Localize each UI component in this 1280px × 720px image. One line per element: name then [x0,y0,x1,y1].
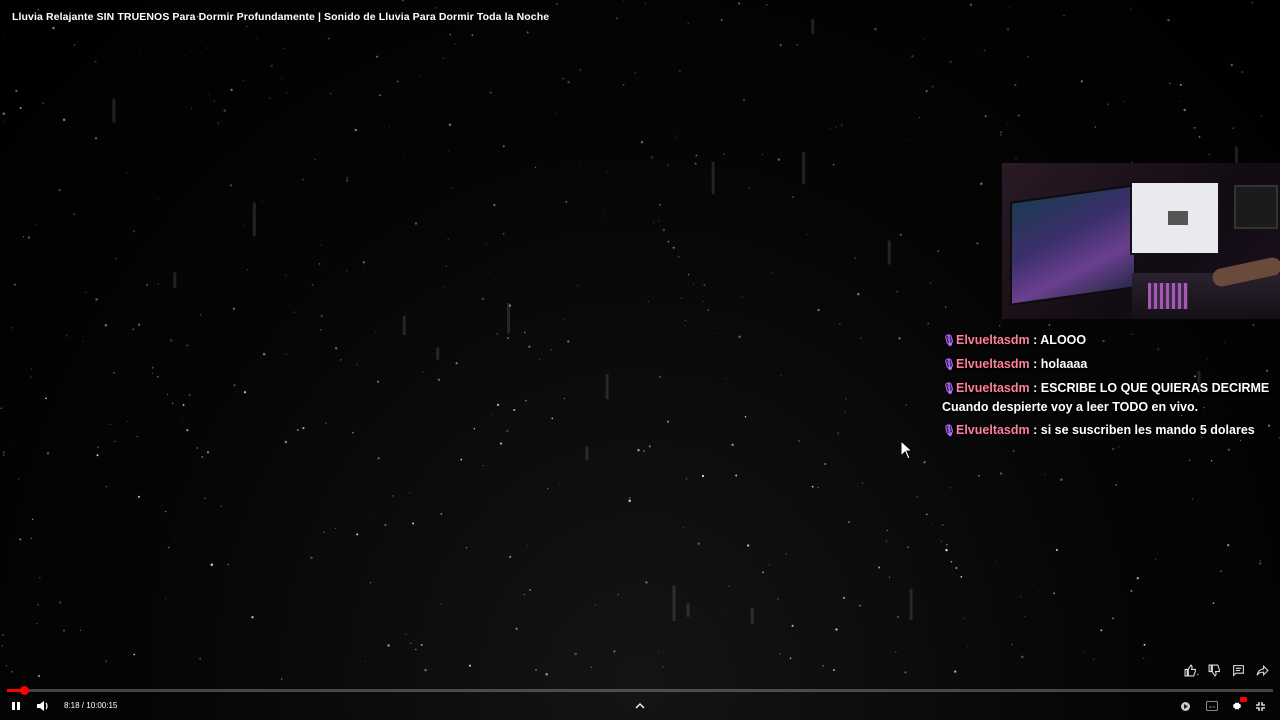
chat-message: 🎙Elvueltasdm : ALOOO [942,331,1277,350]
webcam-monitor-left [1010,184,1136,306]
microphone-icon: 🎙 [942,425,956,437]
microphone-icon: 🎙 [942,359,956,371]
chat-text: : ALOOO [1029,333,1087,347]
player-controls [0,695,1280,717]
webcam-monitor-right [1234,185,1278,229]
autoplay-toggle-icon[interactable] [1178,695,1192,717]
chevron-up-icon[interactable] [632,695,648,717]
like-icon[interactable] [1182,662,1198,678]
chat-message: 🎙Elvueltasdm : holaaaa [942,355,1277,374]
chat-username: Elvueltasdm [956,423,1030,437]
comment-icon[interactable] [1230,662,1246,678]
chat-message: 🎙Elvueltasdm : ESCRIBE LO QUE QUIERAS DE… [942,379,1277,416]
webcam-monitor-center [1130,181,1220,255]
chat-text: : holaaaa [1029,357,1088,371]
webcam-keyboard [1148,283,1188,309]
hd-badge [1240,697,1247,702]
chat-username: Elvueltasdm [956,381,1030,395]
chat-text: : si se suscriben les mando 5 dolares [1029,423,1255,437]
webcam-overlay [1002,163,1280,319]
chat-username: Elvueltasdm [956,333,1030,347]
pause-icon[interactable] [8,695,24,717]
chat-message: 🎙Elvueltasdm : si se suscriben les mando… [942,421,1277,440]
chat-username: Elvueltasdm [956,357,1030,371]
share-icon[interactable] [1254,662,1270,678]
progress-bar[interactable] [7,686,1273,695]
dislike-icon[interactable] [1206,662,1222,678]
subtitles-icon[interactable] [1204,695,1220,717]
chat-overlay: 🎙Elvueltasdm : ALOOO 🎙Elvueltasdm : hola… [942,331,1277,445]
mouse-cursor-icon [900,440,914,460]
video-frame[interactable]: Lluvia Relajante SIN TRUENOS Para Dormir… [0,0,1280,720]
microphone-icon: 🎙 [942,335,956,347]
side-action-bar [1182,662,1270,678]
microphone-icon: 🎙 [942,383,956,395]
volume-icon[interactable] [33,695,51,717]
exit-fullscreen-icon[interactable] [1252,695,1268,717]
time-display: 8:18 / 10:00:15 [64,701,118,710]
video-title: Lluvia Relajante SIN TRUENOS Para Dormir… [12,11,550,23]
